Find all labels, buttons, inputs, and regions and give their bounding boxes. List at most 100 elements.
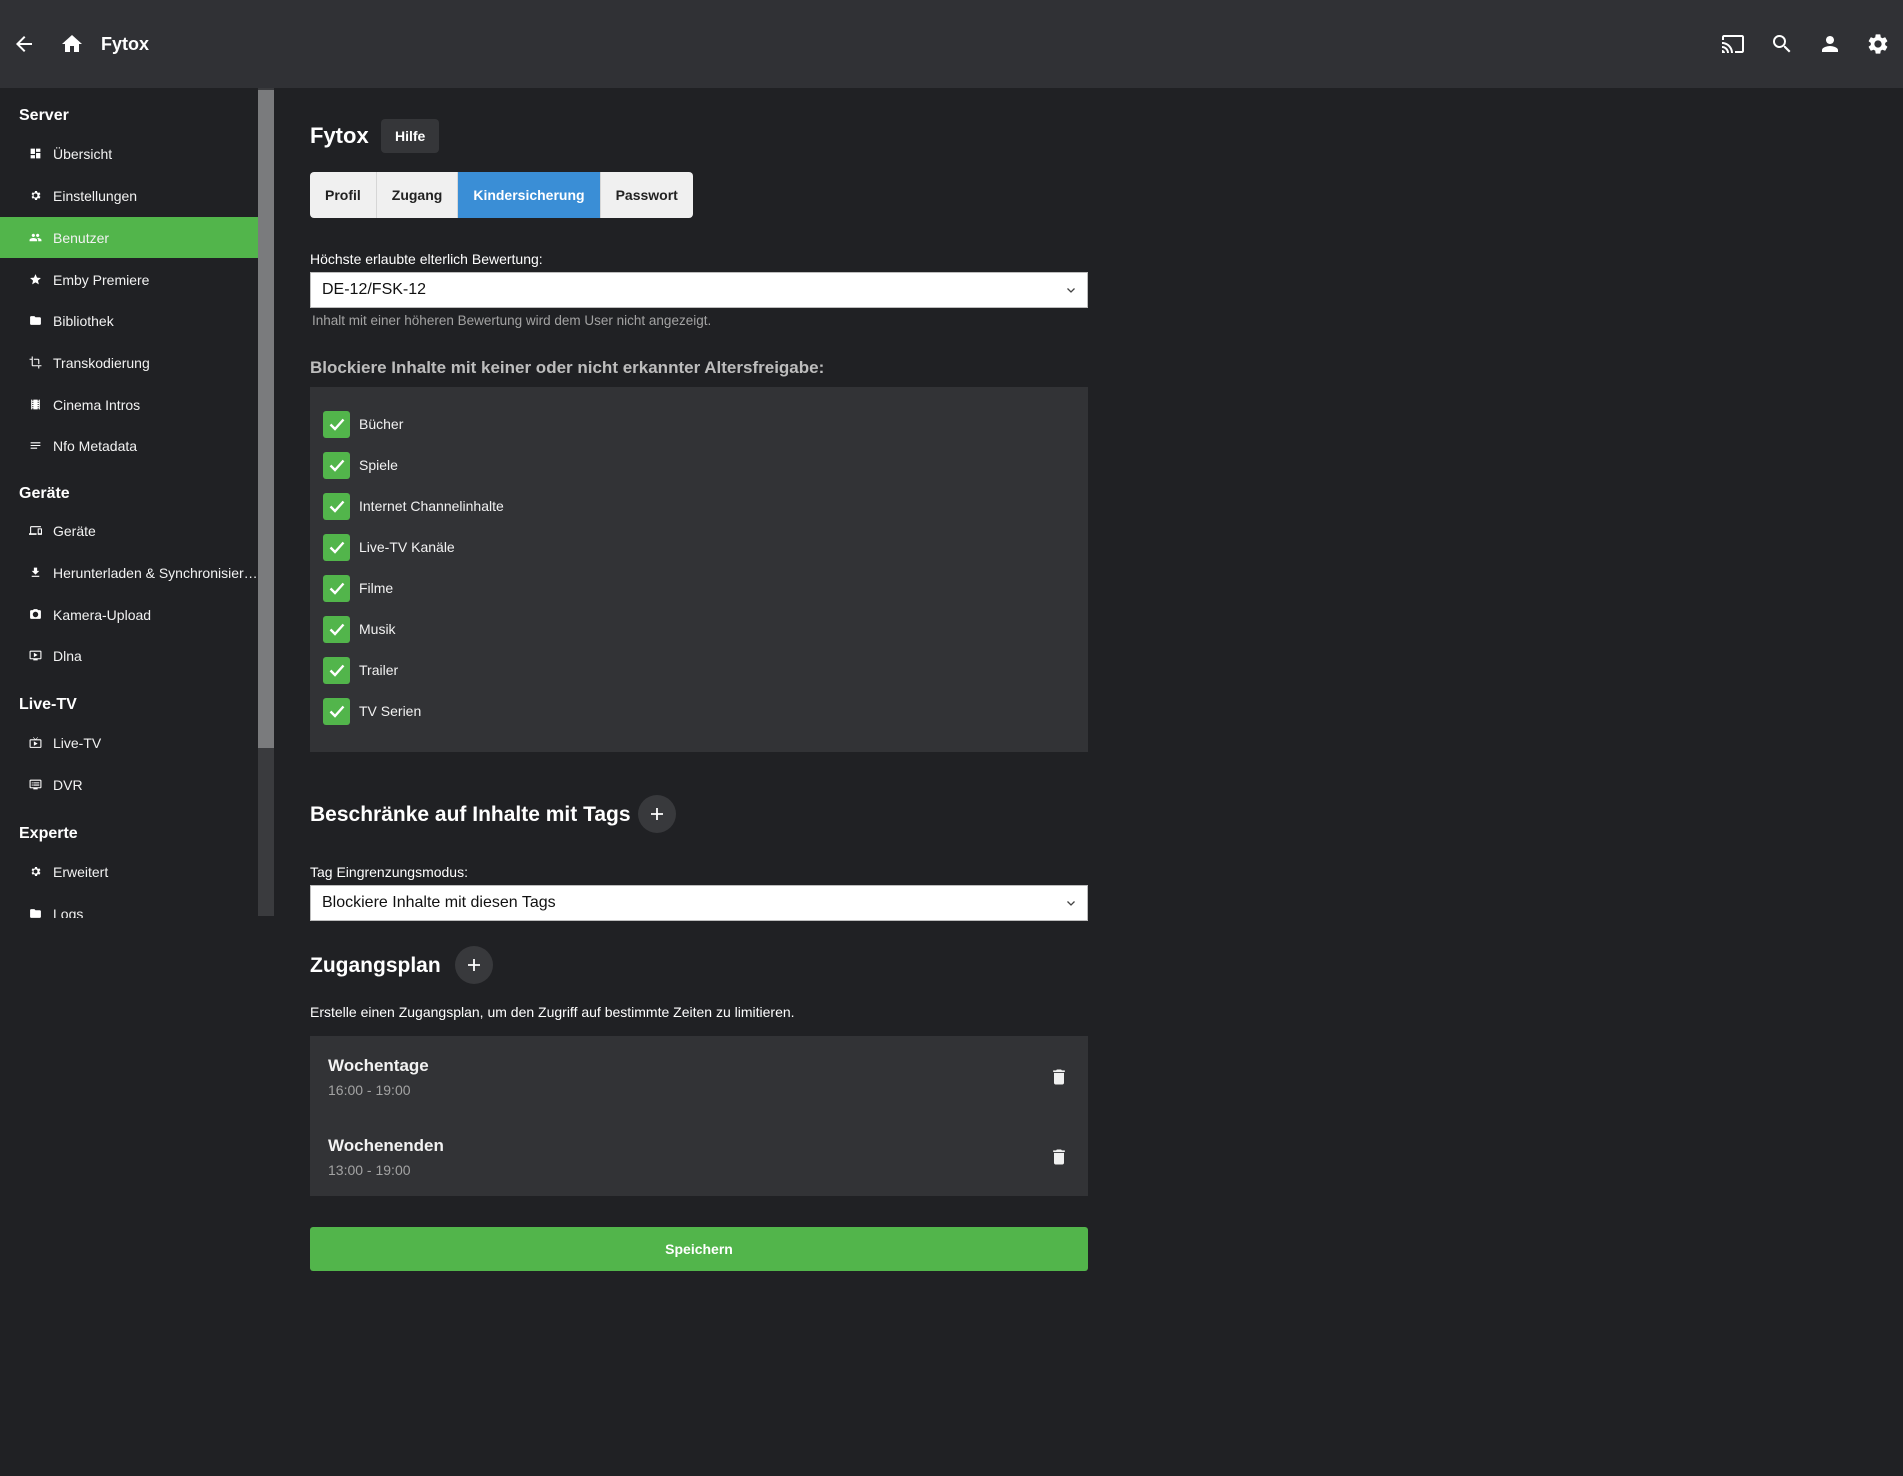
save-button[interactable]: Speichern xyxy=(310,1227,1088,1271)
chevron-down-icon xyxy=(1067,288,1075,293)
checkmark-icon xyxy=(329,541,344,554)
checkbox-tv-series[interactable]: TV Serien xyxy=(323,697,421,725)
tab-profile[interactable]: Profil xyxy=(310,172,377,218)
user-button[interactable] xyxy=(1810,24,1850,64)
checkbox[interactable] xyxy=(323,697,350,725)
checkmark-icon xyxy=(329,500,344,513)
sidebar-item-settings[interactable]: Einstellungen xyxy=(0,175,258,216)
folder-icon xyxy=(27,313,43,329)
sidebar-item-users[interactable]: Benutzer xyxy=(0,217,258,258)
delete-schedule-button[interactable] xyxy=(1048,1146,1070,1168)
home-button[interactable] xyxy=(52,24,92,64)
search-button[interactable] xyxy=(1762,24,1802,64)
cast-button[interactable] xyxy=(1713,24,1753,64)
dlna-icon xyxy=(27,648,43,664)
chevron-down-icon xyxy=(1067,901,1075,906)
search-icon xyxy=(1773,35,1791,53)
schedule-item-title: Wochentage xyxy=(328,1056,429,1075)
sidebar-item-emby-premiere[interactable]: Emby Premiere xyxy=(0,259,258,300)
page-title: Fytox xyxy=(310,123,369,148)
sidebar-section-expert: Experte xyxy=(19,825,78,842)
sidebar-item-download-sync[interactable]: Herunterladen & Synchronisieren xyxy=(0,552,258,593)
checkbox-live-tv-channels[interactable]: Live-TV Kanäle xyxy=(323,533,455,561)
sidebar-item-dlna[interactable]: Dlna xyxy=(0,635,258,676)
sidebar-item-logs[interactable]: Logs xyxy=(0,893,258,918)
checkbox-internet-channels[interactable]: Internet Channelinhalte xyxy=(323,492,504,520)
block-unrated-list: Bücher Spiele Internet Channelinhalte Li… xyxy=(310,387,1088,752)
sidebar-item-overview[interactable]: Übersicht xyxy=(0,133,258,174)
back-button[interactable] xyxy=(4,24,44,64)
sidebar-section-devices: Geräte xyxy=(19,485,70,502)
folder-icon xyxy=(27,906,43,919)
sidebar-section-live-tv: Live-TV xyxy=(19,696,77,713)
sidebar-item-devices[interactable]: Geräte xyxy=(0,510,258,551)
schedule-item[interactable]: Wochenenden 13:00 - 19:00 xyxy=(328,1136,1070,1196)
tab-access[interactable]: Zugang xyxy=(377,172,459,218)
sidebar-item-transcoding[interactable]: Transkodierung xyxy=(0,342,258,383)
sidebar-item-label: Cinema Intros xyxy=(53,396,141,413)
checkbox-music[interactable]: Musik xyxy=(323,615,396,643)
checkbox-books[interactable]: Bücher xyxy=(323,410,403,438)
add-tag-button[interactable] xyxy=(638,795,676,833)
sidebar-item-live-tv[interactable]: Live-TV xyxy=(0,722,258,763)
sidebar-item-label: Einstellungen xyxy=(53,187,138,204)
sidebar-item-label: Logs xyxy=(53,905,84,919)
camera-icon xyxy=(27,607,43,623)
help-button[interactable]: Hilfe xyxy=(381,119,440,153)
sidebar-item-label: Live-TV xyxy=(53,734,102,751)
tag-mode-select[interactable]: Blockiere Inhalte mit diesen Tags xyxy=(310,885,1088,921)
transcode-icon xyxy=(27,355,43,371)
settings-button[interactable] xyxy=(1858,24,1898,64)
sidebar-item-advanced[interactable]: Erweitert xyxy=(0,851,258,892)
dashboard-icon xyxy=(27,146,43,162)
checkbox[interactable] xyxy=(323,533,350,561)
schedule-item[interactable]: Wochentage 16:00 - 19:00 xyxy=(328,1056,1070,1116)
sidebar-item-label: Herunterladen & Synchronisieren xyxy=(53,564,258,581)
rating-label: Höchste erlaubte elterlich Bewertung: xyxy=(310,251,543,267)
sidebar-item-label: Geräte xyxy=(53,522,96,539)
checkbox-trailer[interactable]: Trailer xyxy=(323,656,398,684)
schedule-description: Erstelle einen Zugangsplan, um den Zugri… xyxy=(310,1004,795,1020)
block-unrated-heading: Blockiere Inhalte mit keiner oder nicht … xyxy=(310,358,825,377)
checkbox[interactable] xyxy=(323,410,350,438)
star-icon xyxy=(27,272,43,288)
rating-select[interactable]: DE-12/FSK-12 xyxy=(310,272,1088,308)
download-icon xyxy=(27,565,43,581)
add-schedule-button[interactable] xyxy=(455,946,493,984)
checkbox-label: Live-TV Kanäle xyxy=(359,539,455,555)
sidebar-scrollbar-thumb[interactable] xyxy=(258,90,274,748)
checkbox-label: Spiele xyxy=(359,457,398,473)
rating-select-value: DE-12/FSK-12 xyxy=(322,281,427,298)
plus-icon xyxy=(651,808,663,820)
sidebar-item-cinema-intros[interactable]: Cinema Intros xyxy=(0,384,258,425)
checkbox[interactable] xyxy=(323,615,350,643)
checkbox[interactable] xyxy=(323,574,350,602)
sidebar-item-label: Erweitert xyxy=(53,863,109,880)
sidebar-item-label: Kamera-Upload xyxy=(53,606,152,623)
sidebar-section-server: Server xyxy=(19,107,69,124)
checkbox[interactable] xyxy=(323,656,350,684)
schedule-list: Wochentage 16:00 - 19:00 Wochenenden 13:… xyxy=(310,1036,1088,1196)
schedule-item-time: 13:00 - 19:00 xyxy=(328,1162,411,1178)
sidebar-item-camera-upload[interactable]: Kamera-Upload xyxy=(0,594,258,635)
arrow-back-icon xyxy=(16,36,32,52)
sidebar-item-label: Übersicht xyxy=(53,145,113,162)
tag-mode-select-value: Blockiere Inhalte mit diesen Tags xyxy=(322,894,556,911)
sidebar-item-label: Bibliothek xyxy=(53,312,114,329)
checkbox[interactable] xyxy=(323,451,350,479)
checkbox[interactable] xyxy=(323,492,350,520)
sidebar-item-nfo-metadata[interactable]: Nfo Metadata xyxy=(0,425,258,466)
tab-password[interactable]: Passwort xyxy=(601,172,693,218)
schedule-heading: Zugangsplan xyxy=(310,954,441,977)
tab-parental-control[interactable]: Kindersicherung xyxy=(458,172,601,218)
checkbox-movies[interactable]: Filme xyxy=(323,574,393,602)
tag-mode-label: Tag Eingrenzungsmodus: xyxy=(310,864,468,880)
cast-icon xyxy=(1722,35,1744,53)
settings-icon xyxy=(1868,34,1888,54)
delete-schedule-button[interactable] xyxy=(1048,1066,1070,1088)
tags-heading: Beschränke auf Inhalte mit Tags xyxy=(310,803,631,826)
sidebar-item-dvr[interactable]: DVR xyxy=(0,764,258,805)
user-icon xyxy=(1822,36,1838,52)
checkbox-games[interactable]: Spiele xyxy=(323,451,398,479)
sidebar-item-library[interactable]: Bibliothek xyxy=(0,300,258,341)
